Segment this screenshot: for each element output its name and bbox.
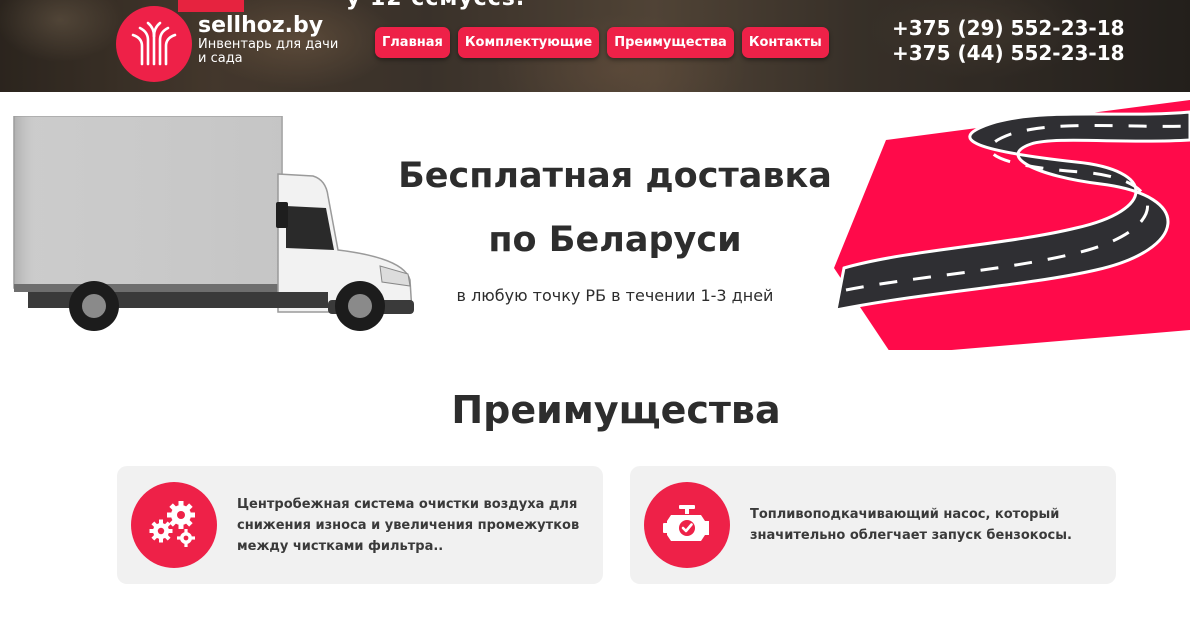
advantage-card-1: Центробежная система очистки воздуха для… bbox=[117, 466, 603, 584]
advantage-card-2: Топливоподкачивающий насос, который знач… bbox=[630, 466, 1116, 584]
header-slogan-fragment: у 12 ссмуссs. bbox=[346, 0, 525, 11]
delivery-title: Бесплатная доставка по Беларуси bbox=[330, 144, 900, 272]
nav-contacts-button[interactable]: Контакты bbox=[741, 27, 829, 58]
header-accent-strip bbox=[178, 0, 244, 12]
phone-link-1[interactable]: +375 (29) 552-23-18 bbox=[892, 16, 1125, 41]
engine-check-icon bbox=[644, 482, 730, 568]
advantage-text-1: Центробежная система очистки воздуха для… bbox=[237, 497, 580, 554]
delivery-title-line-2: по Беларуси bbox=[488, 220, 742, 260]
phone-link-2[interactable]: +375 (44) 552-23-18 bbox=[892, 41, 1125, 66]
phone-numbers: +375 (29) 552-23-18 +375 (44) 552-23-18 bbox=[892, 16, 1125, 66]
logo-icon[interactable] bbox=[116, 6, 192, 82]
advantages-title: Преимущества bbox=[451, 388, 781, 432]
nav-home-button[interactable]: Главная bbox=[375, 27, 450, 58]
brand-tagline: Инвентарь для дачи и сада bbox=[198, 37, 339, 66]
wheat-logo-graphic bbox=[131, 21, 177, 66]
gears-icon bbox=[131, 482, 217, 568]
main-nav: Главная Комплектующие Преимущества Конта… bbox=[375, 27, 829, 58]
nav-components-button[interactable]: Комплектующие bbox=[457, 27, 600, 58]
delivery-subtitle: в любую точку РБ в течении 1-3 дней bbox=[456, 286, 774, 305]
nav-advantages-button[interactable]: Преимущества bbox=[607, 27, 734, 58]
delivery-title-line-1: Бесплатная доставка bbox=[398, 156, 832, 196]
advantage-text-2: Топливоподкачивающий насос, который знач… bbox=[750, 507, 1072, 543]
brand: sellhoz.by Инвентарь для дачи и сада bbox=[198, 14, 348, 66]
brand-name[interactable]: sellhoz.by bbox=[198, 14, 348, 38]
delivery-banner: Бесплатная доставка по Беларуси в любую … bbox=[0, 92, 1190, 362]
site-header: у 12 ссмуссs. sellhoz.by Инвентарь для д… bbox=[0, 0, 1190, 92]
